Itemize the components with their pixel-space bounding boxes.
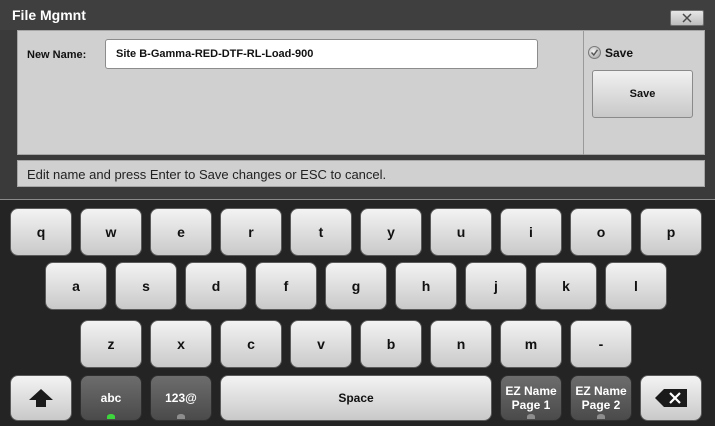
ez-name-page-1-key[interactable]: EZ Name Page 1 [500,375,562,421]
key-b[interactable]: b [360,320,422,368]
key-l[interactable]: l [605,262,667,310]
abc-key[interactable]: abc [80,375,142,421]
ez-name-page-1-line2: Page 1 [511,398,551,412]
shift-up-arrow-icon [29,389,53,407]
backspace-icon [655,389,687,407]
key-q[interactable]: q [10,208,72,256]
key-v[interactable]: v [290,320,352,368]
key-a[interactable]: a [45,262,107,310]
abc-key-label: abc [100,391,122,405]
ez-name-page-2-key[interactable]: EZ Name Page 2 [570,375,632,421]
key-w[interactable]: w [80,208,142,256]
onscreen-keyboard: q w e r t y u i o p a s d f g h j k l z … [0,200,715,426]
key-p[interactable]: p [640,208,702,256]
check-icon [590,49,599,57]
ez-name-page-2-line2: Page 2 [581,398,621,412]
shift-key[interactable] [10,375,72,421]
key-dash[interactable]: - [570,320,632,368]
dialog-title: File Mgmnt [12,7,86,23]
key-n[interactable]: n [430,320,492,368]
key-h[interactable]: h [395,262,457,310]
file-management-dialog: File Mgmnt New Name: Site B-Gamma-RED-DT… [0,0,715,199]
close-button[interactable] [670,10,704,26]
key-j[interactable]: j [465,262,527,310]
key-m[interactable]: m [500,320,562,368]
ez-page-2-indicator [597,414,605,419]
panel-divider [583,31,584,155]
abc-active-indicator [107,414,115,419]
key-r[interactable]: r [220,208,282,256]
key-z[interactable]: z [80,320,142,368]
new-name-label: New Name: [27,49,87,61]
key-d[interactable]: d [185,262,247,310]
save-button[interactable]: Save [592,70,693,118]
key-e[interactable]: e [150,208,212,256]
save-option-label: Save [605,46,634,60]
key-k[interactable]: k [535,262,597,310]
backspace-key[interactable] [640,375,702,421]
numbers-key-label: 123@ [165,391,197,405]
key-x[interactable]: x [150,320,212,368]
key-f[interactable]: f [255,262,317,310]
name-panel: New Name: Site B-Gamma-RED-DTF-RL-Load-9… [17,30,705,155]
ez-name-page-2-line1: EZ Name [575,384,627,398]
key-i[interactable]: i [500,208,562,256]
key-s[interactable]: s [115,262,177,310]
key-u[interactable]: u [430,208,492,256]
key-t[interactable]: t [290,208,352,256]
key-o[interactable]: o [570,208,632,256]
numbers-indicator [177,414,185,419]
ez-name-page-1-line1: EZ Name [505,384,557,398]
new-name-input[interactable]: Site B-Gamma-RED-DTF-RL-Load-900 [105,39,538,69]
status-message: Edit name and press Enter to Save change… [17,160,705,187]
title-bar: File Mgmnt [0,0,715,30]
ez-page-1-indicator [527,414,535,419]
key-y[interactable]: y [360,208,422,256]
key-g[interactable]: g [325,262,387,310]
numbers-key[interactable]: 123@ [150,375,212,421]
close-x-icon [682,13,692,23]
space-key[interactable]: Space [220,375,492,421]
save-radio-button[interactable] [588,46,601,59]
key-c[interactable]: c [220,320,282,368]
